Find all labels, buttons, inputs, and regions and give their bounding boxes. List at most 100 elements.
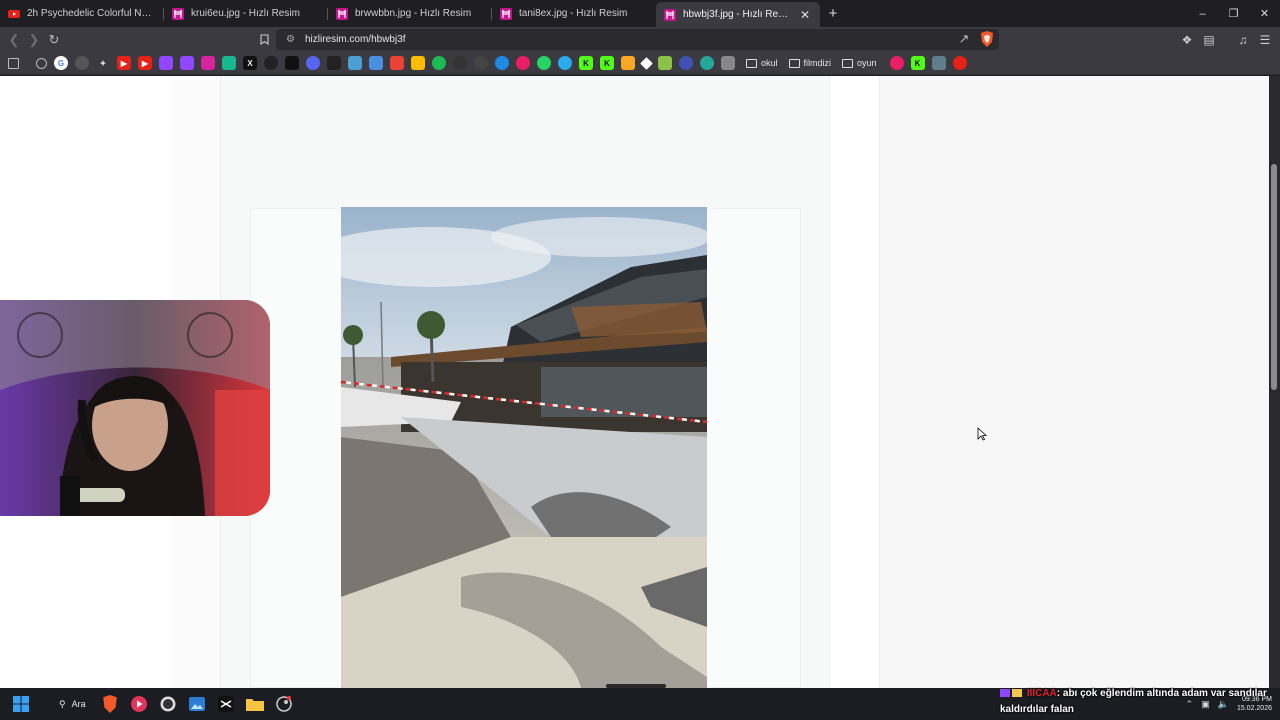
vip-badge-icon	[1012, 689, 1022, 697]
tab-hbwbj3f[interactable]: hbwbj3f.jpg - Hızlı Resim ✕	[656, 2, 820, 27]
site-icon[interactable]	[721, 56, 735, 70]
youtube-icon	[8, 8, 20, 20]
x-icon[interactable]: X	[243, 56, 257, 70]
media-icon[interactable]: ♫	[1234, 31, 1252, 49]
site-icon[interactable]	[516, 56, 530, 70]
menu-icon[interactable]: ☰	[1256, 31, 1274, 49]
subscriber-badge-icon	[1000, 689, 1010, 697]
folder-icon	[746, 58, 757, 68]
instagram-icon[interactable]	[201, 56, 215, 70]
gmail-icon[interactable]	[390, 56, 404, 70]
screen: 2h Psychedelic Colorful Neon Backgr krui…	[0, 0, 1280, 720]
steam-icon[interactable]	[270, 688, 299, 720]
apps-icon[interactable]	[8, 57, 19, 69]
tab-krui6eu[interactable]: krui6eu.jpg - Hızlı Resim	[164, 0, 328, 27]
site-icon[interactable]	[700, 56, 714, 70]
translate-icon[interactable]	[369, 56, 383, 70]
search-icon: ⚲	[59, 698, 66, 709]
site-icon[interactable]	[658, 56, 672, 70]
kick-icon[interactable]: K	[910, 56, 925, 70]
forward-icon[interactable]: ❯	[24, 30, 44, 50]
bookmarks-bar: G ✦ ▶ ▶ X K K okul filmdizi oyun K	[0, 52, 1280, 75]
restore-icon[interactable]: ❐	[1218, 0, 1249, 27]
site-icon[interactable]	[495, 56, 509, 70]
bookmark-folder-oyun[interactable]: oyun	[842, 58, 877, 68]
brave-shields-icon[interactable]	[980, 31, 994, 47]
photos-icon[interactable]	[183, 688, 212, 720]
hizliresim-icon	[664, 8, 676, 21]
chat-username: IIICAA	[1026, 688, 1057, 699]
uploaded-photo[interactable]	[341, 207, 707, 688]
folder-label: okul	[761, 58, 778, 68]
tab-brwwbbn[interactable]: brwwbbn.jpg - Hızlı Resim	[328, 0, 492, 27]
mouse-cursor-icon	[977, 427, 987, 441]
tab-youtube[interactable]: 2h Psychedelic Colorful Neon Backgr	[0, 0, 164, 27]
site-icon[interactable]	[952, 56, 967, 70]
brave-browser-icon[interactable]	[96, 688, 125, 720]
folder-icon	[788, 58, 800, 68]
whatsapp-icon[interactable]	[537, 56, 551, 70]
github-icon[interactable]	[474, 56, 488, 70]
site-icon[interactable]	[889, 56, 904, 70]
back-icon[interactable]: ❮	[4, 30, 24, 50]
close-tab-icon[interactable]: ✕	[798, 8, 812, 22]
bookmark-folder-filmdizi[interactable]: filmdizi	[788, 58, 832, 68]
file-explorer-icon[interactable]	[241, 688, 270, 720]
youtube-icon[interactable]: ▶	[117, 56, 131, 70]
close-window-icon[interactable]: ✕	[1249, 0, 1280, 27]
bookmark-icon[interactable]	[254, 29, 274, 49]
address-bar[interactable]: ⚙ hizliresim.com/hbwbj3f	[276, 29, 999, 50]
threads-icon[interactable]	[264, 56, 278, 70]
windows-start-icon[interactable]	[6, 688, 35, 720]
spotify-icon[interactable]	[432, 56, 446, 70]
folder-label: filmdizi	[803, 58, 832, 68]
minimize-icon[interactable]: –	[1187, 0, 1218, 27]
tiktok-icon[interactable]	[285, 56, 299, 70]
toolbar-right: ❖ ▤ ♫ ☰	[1178, 29, 1280, 50]
telegram-icon[interactable]	[558, 56, 572, 70]
reload-icon[interactable]: ↻	[44, 30, 64, 50]
google-icon[interactable]: G	[54, 56, 68, 70]
gemini-icon[interactable]: ✦	[96, 56, 110, 70]
history-icon[interactable]	[36, 57, 47, 69]
site-icon[interactable]	[640, 56, 653, 70]
site-icon[interactable]	[621, 56, 635, 70]
tab-tani8ex[interactable]: tani8ex.jpg - Hızlı Resim	[492, 0, 656, 27]
site-icon[interactable]	[453, 56, 467, 70]
tab-title: hbwbj3f.jpg - Hızlı Resim	[683, 9, 791, 20]
twitch-icon[interactable]	[159, 56, 173, 70]
capcut-icon[interactable]	[212, 688, 241, 720]
tab-title: 2h Psychedelic Colorful Neon Backgr	[27, 8, 156, 19]
extensions-icon[interactable]: ❖	[1178, 31, 1196, 49]
taskbar-search-button[interactable]: ⚲ Ara	[49, 688, 96, 720]
webcam-feed	[0, 300, 270, 516]
new-tab-button[interactable]: +	[820, 0, 846, 27]
search-label: Ara	[71, 699, 86, 709]
tab-title: krui6eu.jpg - Hızlı Resim	[191, 8, 300, 19]
youtube-music-icon[interactable]: ▶	[138, 56, 152, 70]
site-icon[interactable]	[931, 56, 946, 70]
discord-icon[interactable]	[306, 56, 320, 70]
obs-icon[interactable]	[154, 688, 183, 720]
page-sidebar	[879, 76, 1269, 688]
twitch-icon[interactable]	[180, 56, 194, 70]
scrollbar-thumb[interactable]	[1271, 164, 1277, 390]
kick-icon[interactable]: K	[579, 56, 593, 70]
stream-chat-overlay: IIICAA: abı çok eğlendim altında adam va…	[1000, 686, 1280, 720]
kick-icon[interactable]	[222, 56, 236, 70]
webcam-overlay	[0, 300, 270, 516]
bookmark-folder-okul[interactable]: okul	[746, 58, 778, 68]
hizliresim-icon	[336, 7, 348, 20]
window-controls: – ❐ ✕	[1187, 0, 1280, 27]
site-icon[interactable]	[679, 56, 693, 70]
openai-icon[interactable]	[75, 56, 89, 70]
drive-icon[interactable]	[411, 56, 425, 70]
capcut-icon[interactable]	[327, 56, 341, 70]
media-player-icon[interactable]	[125, 688, 154, 720]
site-settings-icon[interactable]: ⚙	[286, 34, 295, 45]
hizliresim-icon	[172, 7, 184, 20]
bookmark-site-icon[interactable]	[348, 56, 362, 70]
kick-icon[interactable]: K	[600, 56, 614, 70]
share-icon[interactable]: ↗	[954, 29, 974, 49]
wallet-icon[interactable]: ▤	[1200, 31, 1218, 49]
